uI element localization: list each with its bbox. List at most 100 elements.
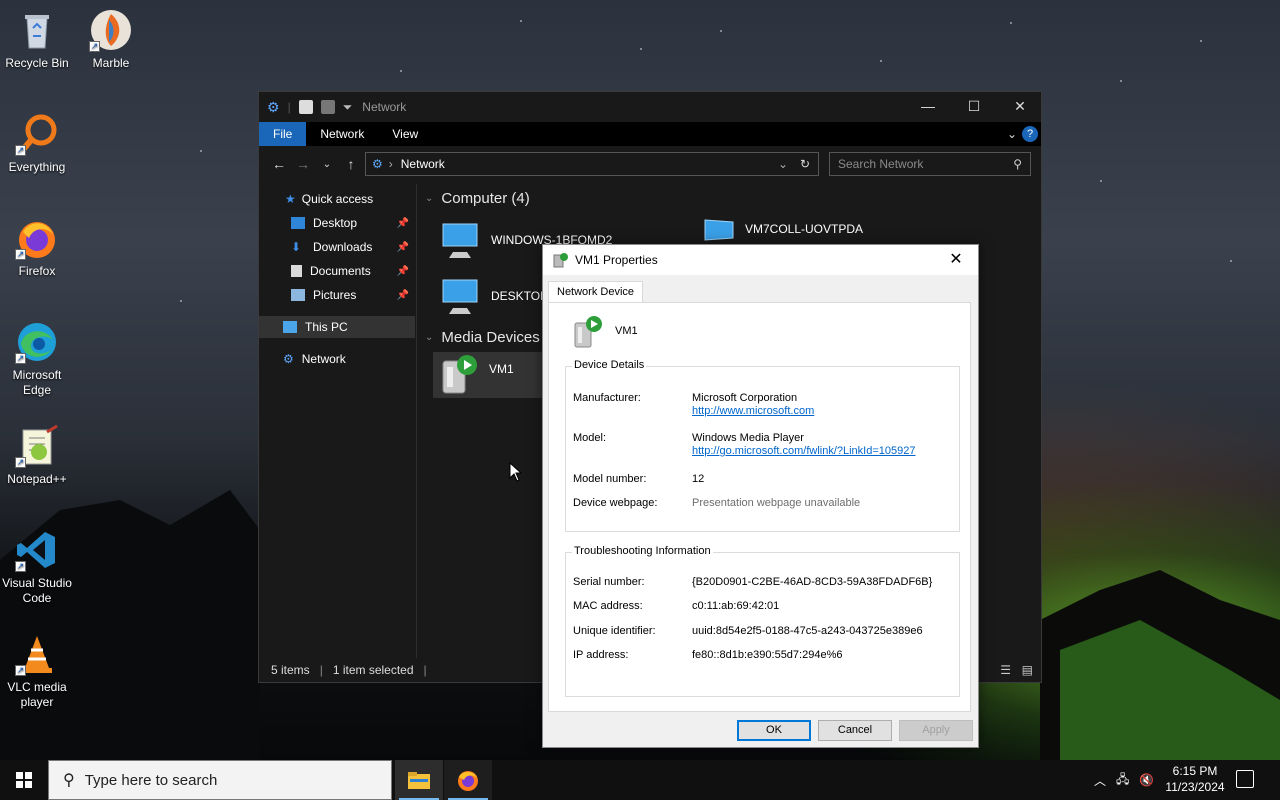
media-device-icon xyxy=(442,355,477,394)
group-header-media-devices[interactable]: ⌄ Media Devices xyxy=(425,329,540,346)
sidebar-item-quick-access[interactable]: ★ Quick access xyxy=(259,188,415,210)
sidebar-item-downloads[interactable]: ⬇ Downloads 📌 xyxy=(259,236,415,258)
large-icons-view-icon[interactable]: ▤ xyxy=(1022,663,1033,677)
sidebar-item-label: Network xyxy=(301,352,346,366)
help-icon[interactable]: ? xyxy=(1022,126,1038,142)
sidebar-item-label: This PC xyxy=(305,320,348,334)
taskbar-search-input[interactable]: ⚲ Type here to search xyxy=(48,760,392,800)
pin-icon[interactable]: 📌 xyxy=(397,290,409,301)
sidebar-item-network[interactable]: ⚙ Network xyxy=(259,348,415,370)
device-webpage-value: Presentation webpage unavailable xyxy=(692,497,861,509)
computer-icon xyxy=(704,219,734,241)
collapse-chevron-icon[interactable]: ⌄ xyxy=(425,332,433,343)
breadcrumb[interactable]: Network xyxy=(401,157,445,171)
media-device-icon xyxy=(553,253,568,268)
sidebar-item-label: Documents xyxy=(310,264,371,278)
close-icon[interactable]: ✕ xyxy=(938,247,974,273)
start-button[interactable] xyxy=(0,760,48,800)
media-device-icon xyxy=(574,316,602,348)
search-input[interactable]: Search Network ⚲ xyxy=(829,152,1031,176)
model-number-value: 12 xyxy=(692,473,705,485)
desktop-icon-edge[interactable]: ↗ Microsoft Edge xyxy=(0,320,74,398)
group-header-computer[interactable]: ⌄ Computer (4) xyxy=(425,190,530,207)
desktop-icon-recycle-bin[interactable]: Recycle Bin xyxy=(0,8,74,71)
manufacturer-label: Manufacturer: xyxy=(573,392,641,404)
address-dropdown-icon[interactable]: ⌄ xyxy=(778,157,788,171)
model-link[interactable]: http://go.microsoft.com/fwlink/?LinkId=1… xyxy=(692,445,915,457)
desktop-icon-firefox[interactable]: ↗ Firefox xyxy=(0,216,74,279)
vscode-icon: ↗ xyxy=(15,528,59,572)
address-bar[interactable]: ⚙ › Network ⌄ ↻ xyxy=(365,152,819,176)
sidebar-item-documents[interactable]: Documents 📌 xyxy=(259,260,415,282)
manufacturer-value: Microsoft Corporation xyxy=(692,392,798,404)
list-item[interactable]: DESKTOP- xyxy=(439,274,552,318)
ip-address-value: fe80::8d1b:e390:55d7:294e%6 xyxy=(692,649,843,661)
desktop-icon-vscode[interactable]: ↗ Visual Studio Code xyxy=(0,528,74,606)
volume-muted-icon[interactable]: 🔇 xyxy=(1139,773,1154,787)
network-status-icon[interactable]: 🖧 xyxy=(1116,770,1129,791)
ribbon-expand-icon[interactable]: ⌄ xyxy=(1007,127,1017,141)
mac-address-value: c0:11:ab:69:42:01 xyxy=(692,600,780,612)
desktop-icon-label: Visual Studio Code xyxy=(2,576,72,605)
sidebar-item-label: Desktop xyxy=(313,216,358,230)
notification-center-icon[interactable] xyxy=(1236,770,1254,788)
dialog-title: VM1 Properties xyxy=(575,253,658,267)
desktop-icon-label: Microsoft Edge xyxy=(12,368,62,397)
back-arrow-icon[interactable]: ← xyxy=(267,156,291,172)
list-item[interactable]: VM7COLL-UOVTPDA xyxy=(703,214,863,244)
collapse-chevron-icon[interactable]: ⌄ xyxy=(425,193,433,204)
ip-address-label: IP address: xyxy=(573,649,629,661)
dialog-titlebar[interactable]: VM1 Properties xyxy=(543,245,978,275)
status-item-count: 5 items xyxy=(271,663,310,677)
desktop-icon-notepadpp[interactable]: ↗ Notepad++ xyxy=(0,424,74,487)
manufacturer-link[interactable]: http://www.microsoft.com xyxy=(692,405,814,417)
tab-view[interactable]: View xyxy=(378,122,432,146)
sidebar-item-pictures[interactable]: Pictures 📌 xyxy=(259,284,415,306)
system-clock[interactable]: 6:15 PM 11/23/2024 xyxy=(1160,763,1230,795)
forward-arrow-icon[interactable]: → xyxy=(291,156,315,172)
sidebar-item-desktop[interactable]: Desktop 📌 xyxy=(259,212,415,234)
pin-icon[interactable]: 📌 xyxy=(397,242,409,253)
new-folder-quick-icon[interactable] xyxy=(320,100,335,114)
network-icon: ⚙ xyxy=(267,98,280,115)
show-hidden-icons-chevron-icon[interactable]: ︿ xyxy=(1094,772,1106,789)
maximize-button[interactable]: ☐ xyxy=(951,92,997,122)
list-item-selected[interactable]: VM1 xyxy=(433,352,553,398)
close-window-button[interactable]: ✕ xyxy=(997,92,1043,122)
windows-logo-icon xyxy=(16,772,32,788)
tab-network[interactable]: Network xyxy=(306,122,378,146)
status-selection: 1 item selected xyxy=(332,663,414,677)
desktop-icon-marble[interactable]: ↗ Marble xyxy=(74,8,148,71)
search-placeholder: Search Network xyxy=(838,157,924,171)
desktop-icon-label: VLC media player xyxy=(7,680,67,709)
sidebar-item-label: Downloads xyxy=(313,240,373,254)
desktop-icon-label: Notepad++ xyxy=(7,472,67,486)
up-arrow-icon[interactable]: ↑ xyxy=(339,156,363,172)
desktop-icon-label: Marble xyxy=(92,56,130,70)
sidebar-item-this-pc[interactable]: This PC xyxy=(259,316,415,338)
search-icon: ⚲ xyxy=(63,772,75,789)
group-legend: Device Details xyxy=(572,359,647,371)
quick-access-toolbar-dropdown-icon[interactable]: ⏷ xyxy=(343,100,353,115)
computer-icon xyxy=(442,223,478,258)
network-icon: ⚙ xyxy=(372,157,383,171)
recent-locations-chevron-icon[interactable]: ⌄ xyxy=(315,159,339,170)
properties-dialog[interactable]: VM1 Properties ✕ Network Device VM1 Devi… xyxy=(542,244,979,748)
ok-button[interactable]: OK xyxy=(737,720,811,741)
folder-icon xyxy=(408,772,430,789)
cancel-button[interactable]: Cancel xyxy=(818,720,892,741)
taskbar-firefox[interactable] xyxy=(444,760,492,800)
device-details-group: Device Details Manufacturer: Microsoft C… xyxy=(565,359,960,532)
apply-button[interactable]: Apply xyxy=(899,720,973,741)
refresh-icon[interactable]: ↻ xyxy=(800,157,810,171)
minimize-button[interactable]: — xyxy=(905,92,951,122)
desktop-icon-everything[interactable]: ↗ Everything xyxy=(0,112,74,175)
properties-quick-icon[interactable] xyxy=(298,100,313,114)
pin-icon[interactable]: 📌 xyxy=(397,266,409,277)
pin-icon[interactable]: 📌 xyxy=(397,218,409,229)
taskbar-file-explorer[interactable] xyxy=(395,760,443,800)
details-view-icon[interactable]: ☰ xyxy=(1000,663,1011,677)
tab-network-device[interactable]: Network Device xyxy=(548,281,644,303)
desktop-icon-vlc[interactable]: ↗ VLC media player xyxy=(0,632,74,710)
tab-file[interactable]: File xyxy=(259,122,307,146)
